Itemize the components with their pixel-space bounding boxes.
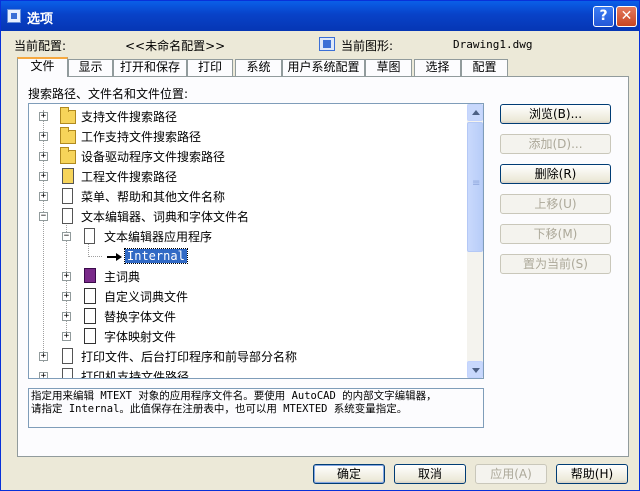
tab-open-save[interactable]: 打开和保存 [113, 59, 187, 76]
remove-button[interactable]: 删除(R) [500, 164, 611, 184]
options-dialog: 选项 ? ✕ 当前配置: <<未命名配置>> 当前图形: Drawing1.dw… [0, 0, 640, 491]
tab-display[interactable]: 显示 [68, 59, 113, 76]
tab-plot[interactable]: 打印 [187, 59, 233, 76]
tree-item-label: 替换字体文件 [104, 310, 177, 324]
title-bar[interactable]: 选项 ? ✕ [1, 1, 639, 31]
expand-icon[interactable]: + [39, 372, 48, 378]
browse-button[interactable]: 浏览(B)... [500, 104, 611, 124]
font-map-icon [84, 328, 96, 344]
expand-icon[interactable]: + [39, 172, 48, 181]
tree-line [88, 256, 102, 257]
close-icon[interactable]: ✕ [616, 6, 637, 27]
expand-icon[interactable]: + [39, 132, 48, 141]
description-line-1: 指定用来编辑 MTEXT 对象的应用程序文件名。要使用 AutoCAD 的内部文… [31, 390, 437, 402]
tab-profiles[interactable]: 配置 [461, 59, 508, 76]
document-icon [62, 188, 73, 204]
add-button[interactable]: 添加(D)... [500, 134, 611, 154]
expand-icon[interactable]: + [62, 292, 71, 301]
scroll-down-icon[interactable] [467, 361, 483, 378]
expand-icon[interactable]: + [62, 312, 71, 321]
help-button[interactable]: 帮助(H) [556, 464, 628, 484]
folder-search-icon [60, 147, 76, 164]
expand-icon[interactable]: + [39, 192, 48, 201]
app-icon [7, 9, 21, 23]
expand-icon[interactable]: + [39, 152, 48, 161]
window-title: 选项 [27, 12, 54, 27]
tab-user-preferences[interactable]: 用户系统配置 [282, 59, 365, 76]
scroll-thumb[interactable] [467, 122, 483, 252]
apply-button[interactable]: 应用(A) [475, 464, 547, 484]
files-tree[interactable]: + 支持文件搜索路径 + 工作支持文件搜索路径 + 设备驱动程序文件搜索路径 +… [28, 103, 484, 379]
tree-item-label: 打印文件、后台打印程序和前导部分名称 [81, 350, 298, 364]
document-icon [62, 208, 73, 224]
description-line-2: 请指定 Internal。此值保存在注册表中，也可以用 MTEXTED 系统变量… [31, 403, 408, 415]
tree-item-label: 菜单、帮助和其他文件名称 [81, 190, 226, 204]
move-down-button[interactable]: 下移(M) [500, 224, 611, 244]
current-drawing-label: 当前图形: [341, 39, 394, 53]
text-editor-icon [84, 228, 95, 244]
tree-item-label: 工作支持文件搜索路径 [81, 130, 202, 144]
tree-item-label: 工程文件搜索路径 [81, 170, 178, 184]
tree-item-label: 文本编辑器应用程序 [104, 230, 213, 244]
tab-system[interactable]: 系统 [235, 59, 282, 76]
search-paths-label: 搜索路径、文件名和文件位置: [28, 87, 189, 101]
dictionary-icon [84, 288, 96, 304]
scroll-up-icon[interactable] [467, 104, 483, 121]
tree-item-label: 设备驱动程序文件搜索路径 [81, 150, 226, 164]
tree-item-selected-label[interactable]: Internal [124, 248, 188, 264]
tree-line [43, 110, 44, 362]
arrow-right-icon [107, 252, 123, 262]
move-up-button[interactable]: 上移(U) [500, 194, 611, 214]
cancel-button[interactable]: 取消 [394, 464, 466, 484]
project-icon [62, 168, 74, 184]
expand-icon[interactable]: + [62, 272, 71, 281]
tree-item-label: 主词典 [104, 270, 141, 284]
current-profile-value: <<未命名配置>> [125, 39, 226, 53]
tree-item-label: 文本编辑器、词典和字体文件名 [81, 210, 250, 224]
folder-search-icon [60, 127, 76, 144]
tree-item-label: 自定义词典文件 [104, 290, 189, 304]
tab-selection[interactable]: 选择 [414, 59, 461, 76]
current-profile-label: 当前配置: [14, 39, 67, 53]
current-drawing-value: Drawing1.dwg [453, 38, 533, 51]
document-icon [62, 348, 73, 364]
tree-item-label: 打印机支持文件路径 [81, 370, 190, 379]
tree-item-label: 支持文件搜索路径 [81, 110, 178, 124]
set-current-button[interactable]: 置为当前(S) [500, 254, 611, 274]
description-box: 指定用来编辑 MTEXT 对象的应用程序文件名。要使用 AutoCAD 的内部文… [28, 388, 484, 428]
drawing-icon [319, 37, 335, 51]
help-icon[interactable]: ? [593, 6, 614, 27]
ok-button[interactable]: 确定 [313, 464, 385, 484]
tree-item-label: 字体映射文件 [104, 330, 177, 344]
expand-icon[interactable]: + [39, 112, 48, 121]
collapse-icon[interactable]: − [39, 212, 48, 221]
expand-icon[interactable]: + [62, 332, 71, 341]
tab-files[interactable]: 文件 [17, 57, 68, 77]
tree-scrollbar[interactable] [467, 104, 483, 378]
folder-search-icon [60, 107, 76, 124]
tab-drafting[interactable]: 草图 [365, 59, 412, 76]
font-file-icon [84, 308, 96, 324]
document-icon [62, 368, 73, 378]
expand-icon[interactable]: + [39, 352, 48, 361]
collapse-icon[interactable]: − [62, 232, 71, 241]
book-icon [84, 268, 96, 283]
